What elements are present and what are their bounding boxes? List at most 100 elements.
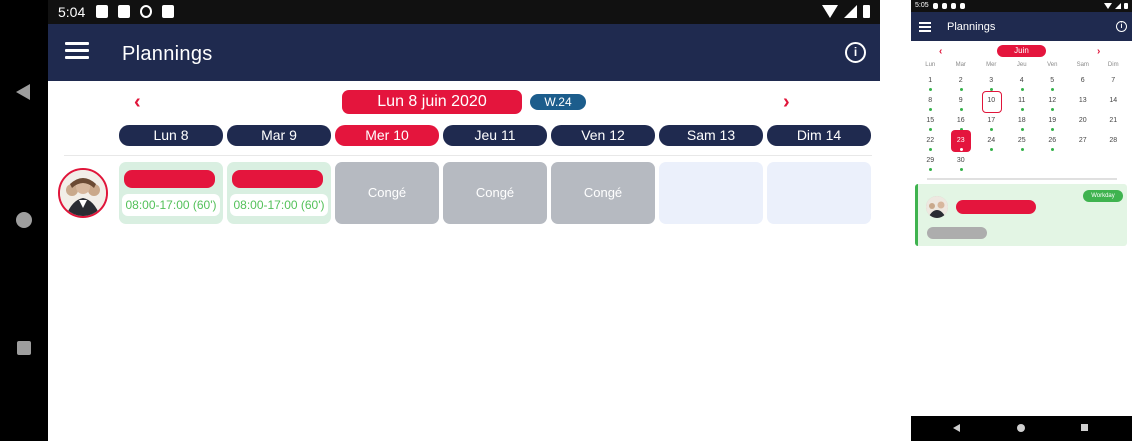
- shift-cell-tue[interactable]: 08:00-17:00 (60'): [227, 162, 331, 224]
- shift-hours: 08:00-17:00 (60'): [122, 194, 220, 216]
- info-icon[interactable]: i: [845, 42, 866, 63]
- empty-cell-sat[interactable]: [659, 162, 763, 224]
- calendar-day[interactable]: 23: [946, 130, 977, 155]
- calendar-empty-day: [976, 155, 1007, 175]
- day-header-fri[interactable]: Ven 12: [551, 125, 655, 146]
- weekday-label: Ven: [1047, 62, 1058, 68]
- chevron-right-icon[interactable]: ›: [783, 91, 790, 114]
- weekday-header: Lun Mar Mer Jeu Ven Sam Dim: [915, 62, 1129, 68]
- calendar-day[interactable]: 20: [1068, 115, 1099, 135]
- calendar-day[interactable]: 6: [1068, 75, 1099, 95]
- shift-dot: [959, 148, 963, 151]
- calendar-day[interactable]: 10: [976, 91, 1007, 115]
- calendar-day[interactable]: 28: [1098, 135, 1129, 155]
- calendar-day-number: 2: [958, 77, 963, 84]
- calendar-day[interactable]: 27: [1068, 135, 1099, 155]
- shift-dot: [1051, 108, 1054, 111]
- calendar-day[interactable]: 9: [946, 95, 977, 115]
- wifi-icon: [822, 5, 838, 18]
- month-pill[interactable]: Juin: [997, 45, 1046, 57]
- calendar-day[interactable]: 12: [1037, 95, 1068, 115]
- info-icon[interactable]: i: [1116, 21, 1127, 32]
- leave-cell-fri[interactable]: Congé: [551, 162, 655, 224]
- calendar-day[interactable]: 17: [976, 115, 1007, 135]
- day-header-mon[interactable]: Lun 8: [119, 125, 223, 146]
- calendar-day-number: 19: [1048, 117, 1057, 124]
- day-header-thu[interactable]: Jeu 11: [443, 125, 547, 146]
- portrait-screen: 5:05 Plannings i ‹ Juin › Lun Mar Mer Je…: [911, 0, 1132, 441]
- calendar-day-number: 3: [989, 77, 994, 84]
- current-date-pill[interactable]: Lun 8 juin 2020: [342, 90, 522, 114]
- calendar-day[interactable]: 11: [1007, 95, 1038, 115]
- divider: [64, 155, 872, 156]
- calendar-day[interactable]: 7: [1098, 75, 1129, 95]
- wifi-icon: [1104, 3, 1112, 9]
- calendar-day[interactable]: 22: [915, 135, 946, 155]
- shift-cell-mon[interactable]: 08:00-17:00 (60'): [119, 162, 223, 224]
- menu-icon[interactable]: [919, 22, 931, 32]
- calendar-day-number: 1: [928, 77, 933, 84]
- landscape-screen: 5:04 Plannings i ‹ Lun 8 juin 2020 W.24 …: [48, 0, 880, 441]
- shift-dot: [929, 168, 932, 171]
- home-nav-icon[interactable]: [1017, 424, 1026, 433]
- calendar-day[interactable]: 19: [1037, 115, 1068, 135]
- page-title: Plannings: [947, 21, 996, 33]
- calendar-day[interactable]: 1: [915, 75, 946, 95]
- app-bar: Plannings i: [48, 24, 880, 81]
- detail-bar: [927, 227, 987, 239]
- calendar-day[interactable]: 21: [1098, 115, 1129, 135]
- screenshot-root: 5:04 Plannings i ‹ Lun 8 juin 2020 W.24 …: [0, 0, 1132, 441]
- calendar-day[interactable]: 18: [1007, 115, 1038, 135]
- calendar-day[interactable]: 26: [1037, 135, 1068, 155]
- calendar-day[interactable]: 13: [1068, 95, 1099, 115]
- notification-dots-icon: [118, 5, 130, 18]
- calendar-day-number: 15: [926, 117, 935, 124]
- calendar-empty-day: [1007, 155, 1038, 175]
- calendar-day-number: 12: [1048, 97, 1057, 104]
- week-days-header: Lun 8 Mar 9 Mer 10 Jeu 11 Ven 12 Sam 13 …: [119, 125, 871, 146]
- status-bar: 5:04: [48, 0, 880, 24]
- chevron-left-icon[interactable]: ‹: [134, 91, 141, 114]
- recents-nav-icon[interactable]: [14, 338, 34, 358]
- calendar-day[interactable]: 29: [915, 155, 946, 175]
- chevron-right-icon[interactable]: ›: [1097, 46, 1100, 57]
- calendar-week-row: 8 9 10 11 12 13 14: [915, 91, 1129, 115]
- leave-cell-wed[interactable]: Congé: [335, 162, 439, 224]
- calendar-empty-day: [1098, 155, 1129, 175]
- calendar-day-number: 24: [987, 137, 996, 144]
- calendar-day[interactable]: 15: [915, 115, 946, 135]
- home-nav-icon[interactable]: [14, 210, 34, 230]
- back-nav-icon[interactable]: [953, 424, 962, 433]
- signal-icon: [844, 5, 857, 18]
- calendar-day[interactable]: 5: [1037, 75, 1068, 95]
- avatar: [926, 196, 948, 218]
- leave-cell-thu[interactable]: Congé: [443, 162, 547, 224]
- day-header-sun[interactable]: Dim 14: [767, 125, 871, 146]
- calendar-day[interactable]: 25: [1007, 135, 1038, 155]
- calendar-day[interactable]: 24: [976, 135, 1007, 155]
- calendar-week-row: 22 23 24 25 26 27 28: [915, 130, 1129, 155]
- menu-icon[interactable]: [65, 42, 89, 60]
- empty-cell-sun[interactable]: [767, 162, 871, 224]
- chevron-left-icon[interactable]: ‹: [939, 46, 942, 57]
- employee-avatar[interactable]: [58, 168, 108, 218]
- back-nav-icon[interactable]: [14, 82, 34, 102]
- employee-name-bar: [956, 200, 1036, 214]
- day-header-tue[interactable]: Mar 9: [227, 125, 331, 146]
- shift-dot: [1051, 148, 1054, 151]
- day-header-sat[interactable]: Sam 13: [659, 125, 763, 146]
- calendar-day-number: 17: [987, 117, 996, 124]
- weekday-label: Sam: [1076, 62, 1089, 68]
- shift-dot: [1020, 88, 1024, 91]
- calendar-day[interactable]: 2: [946, 75, 977, 95]
- calendar-day[interactable]: 4: [1007, 75, 1038, 95]
- notification-a-icon: [933, 3, 938, 9]
- schedule-card[interactable]: Workday: [915, 184, 1127, 246]
- calendar-day[interactable]: 30: [946, 155, 977, 175]
- calendar-day[interactable]: 8: [915, 95, 946, 115]
- recents-nav-icon[interactable]: [1081, 424, 1090, 433]
- day-header-wed[interactable]: Mer 10: [335, 125, 439, 146]
- status-time: 5:04: [58, 4, 86, 20]
- calendar-day[interactable]: 14: [1098, 95, 1129, 115]
- calendar-day-number: 20: [1078, 117, 1087, 124]
